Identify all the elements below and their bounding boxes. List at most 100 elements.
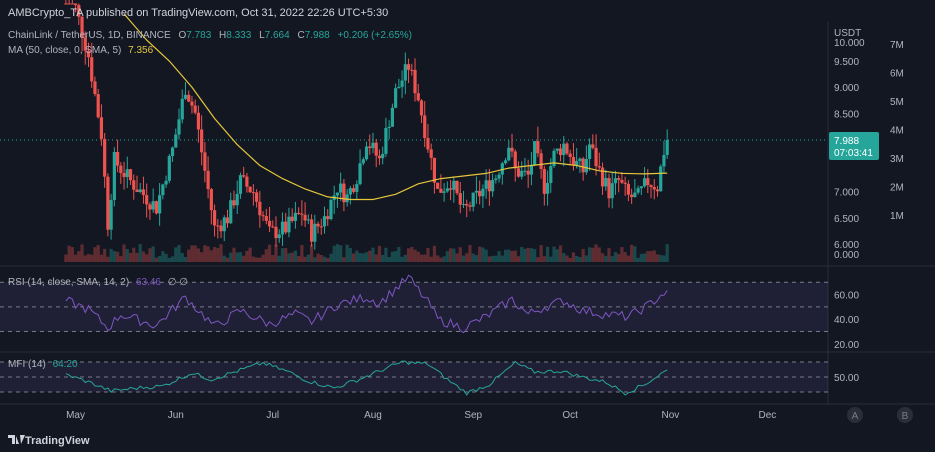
- volume-bar: [549, 256, 553, 262]
- candle-body: [271, 226, 275, 228]
- volume-bar: [255, 257, 259, 262]
- volume-bar: [581, 249, 585, 262]
- volume-bar: [442, 256, 446, 262]
- candle-body: [587, 144, 592, 159]
- volume-bar: [209, 250, 213, 262]
- volume-bar: [170, 256, 175, 262]
- volume-bar: [439, 257, 443, 262]
- candle-body: [461, 204, 466, 206]
- volume-bar: [387, 257, 391, 262]
- candle-body: [222, 217, 226, 232]
- volume-bar: [280, 248, 285, 262]
- candle-body: [607, 178, 611, 199]
- candle-body: [481, 188, 485, 197]
- candle-body: [539, 153, 543, 170]
- candle-body: [300, 213, 304, 215]
- candle-body: [335, 192, 340, 196]
- volume-bar: [86, 254, 91, 262]
- candle-body: [358, 163, 362, 185]
- candle-body: [520, 170, 524, 177]
- volume-bar: [652, 250, 656, 262]
- volume-tick-label: 3M: [890, 154, 904, 165]
- candle-body: [135, 189, 139, 193]
- volume-bar: [529, 248, 534, 262]
- candle-body: [229, 200, 233, 224]
- volume-bar: [83, 255, 87, 262]
- volume-bar: [371, 247, 375, 262]
- volume-bar: [610, 256, 614, 262]
- volume-bar: [339, 245, 343, 262]
- open-value: 7.783: [186, 30, 211, 41]
- volume-bar: [568, 257, 572, 262]
- volume-bar: [177, 244, 181, 262]
- candle-body: [280, 221, 285, 235]
- volume-bar: [659, 255, 663, 262]
- candle-body: [251, 192, 255, 194]
- candle-body: [287, 216, 291, 233]
- candle-body: [148, 204, 152, 210]
- volume-bar: [73, 254, 78, 262]
- volume-bar: [183, 257, 188, 262]
- price-tick-label: 8.500: [834, 109, 859, 120]
- chart-canvas[interactable]: May Jun Jul Aug Sep Oct Nov DecUSDT10.0009.5009…: [0, 0, 935, 452]
- volume-bar: [484, 249, 488, 262]
- candle-body: [371, 142, 375, 149]
- x-tick-label: Jul: [266, 410, 279, 421]
- volume-bar: [374, 254, 378, 262]
- volume-bar: [361, 253, 365, 262]
- volume-bar: [245, 250, 249, 262]
- volume-bar: [617, 253, 621, 262]
- candle-body: [623, 182, 627, 184]
- volume-bar: [313, 257, 317, 262]
- mfi-legend: MFI (14) 64.20: [8, 359, 78, 370]
- volume-bar: [419, 254, 424, 262]
- candle-body: [183, 94, 188, 99]
- price-tick-label: 6.500: [834, 214, 859, 225]
- candle-body: [277, 234, 281, 239]
- candle-body: [381, 153, 385, 159]
- volume-bar: [507, 249, 511, 262]
- candle-body: [403, 64, 407, 81]
- candle-body: [646, 178, 650, 186]
- candle-body: [258, 201, 262, 216]
- volume-bar: [135, 252, 139, 262]
- candle-body: [242, 175, 246, 177]
- candle-body: [536, 141, 540, 154]
- volume-bar: [481, 247, 485, 262]
- volume-bar: [403, 254, 407, 262]
- volume-bar: [200, 252, 204, 262]
- candle-body: [384, 127, 388, 154]
- candle-body: [368, 146, 372, 149]
- volume-bar: [478, 246, 482, 262]
- candle-body: [491, 180, 495, 192]
- volume-bar: [655, 254, 660, 262]
- candle-body: [655, 189, 660, 192]
- candle-body: [193, 105, 197, 113]
- volume-bar: [604, 255, 608, 262]
- volume-tick-label: 5M: [890, 97, 904, 108]
- volume-bar: [287, 253, 291, 262]
- candle-body: [452, 180, 456, 190]
- candle-body: [128, 169, 133, 181]
- volume-bar: [106, 256, 110, 262]
- candle-body: [132, 180, 136, 190]
- symbol-name: ChainLink / TetherUS, 1D, BINANCE: [8, 30, 171, 41]
- volume-bar: [77, 251, 81, 262]
- candle-body: [436, 182, 440, 189]
- candle-body: [180, 98, 184, 120]
- candle-body: [290, 216, 294, 221]
- volume-bar: [448, 248, 453, 262]
- tradingview-logo[interactable]: TradingView: [8, 435, 90, 447]
- volume-bar: [520, 246, 524, 262]
- candle-body: [177, 119, 181, 135]
- candle-body: [594, 147, 598, 167]
- volume-bar: [212, 247, 217, 262]
- volume-bar: [122, 244, 126, 262]
- volume-bar: [646, 251, 650, 262]
- candle-body: [416, 93, 420, 101]
- volume-bar: [536, 257, 540, 262]
- volume-bar: [242, 255, 246, 262]
- volume-bar: [630, 244, 634, 262]
- candle-body: [106, 176, 110, 230]
- candle-body: [426, 138, 430, 150]
